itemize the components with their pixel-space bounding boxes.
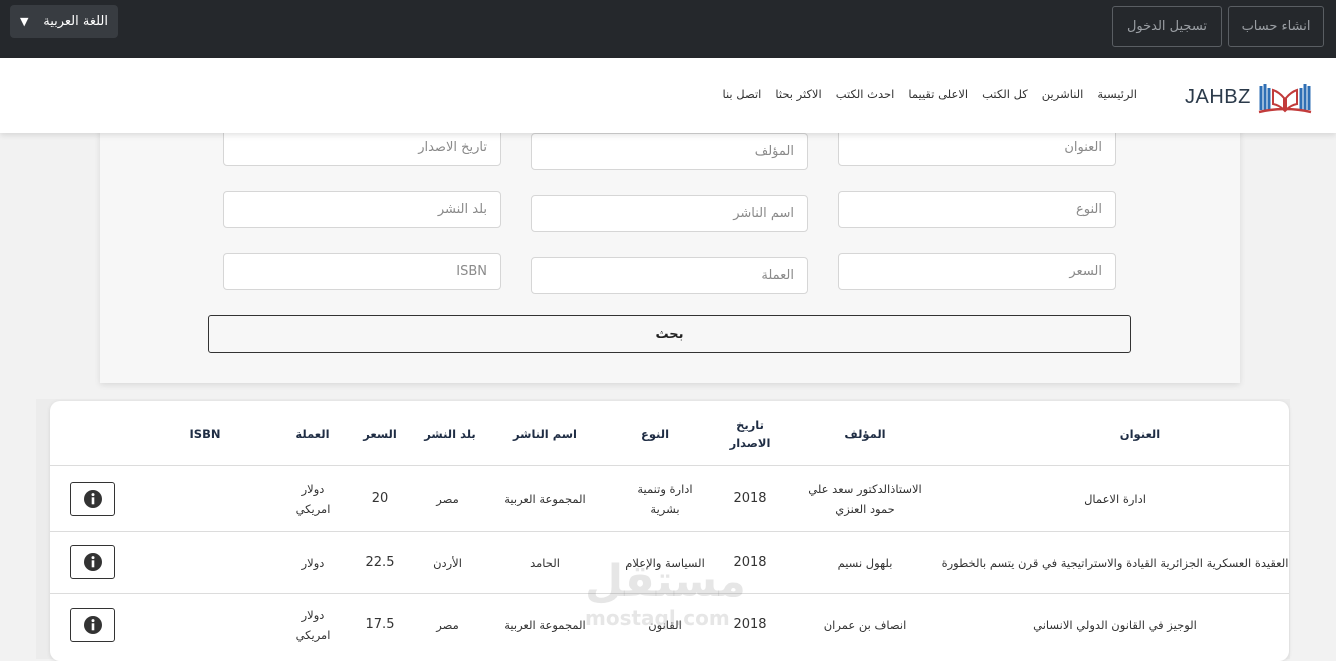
- row-title: ادارة الاعمال: [1084, 491, 1146, 506]
- row-publisher: المجموعة العربية: [504, 618, 586, 632]
- nav-item-latest-books[interactable]: احدث الكتب: [836, 87, 895, 101]
- nav-item-top-rated[interactable]: الاعلى تقييما: [908, 87, 968, 101]
- header-type: النوع: [640, 426, 670, 441]
- row-country: مصر: [436, 491, 459, 506]
- row-release-date: 2018: [733, 554, 767, 570]
- nav-item-most-searched[interactable]: الاكثر بحثا: [775, 87, 821, 101]
- header-author: المؤلف: [844, 426, 886, 441]
- title-field[interactable]: العنوان: [838, 129, 1116, 166]
- top-bar: ▼ اللغة العربية تسجيل الدخول انشاء حساب: [0, 0, 1336, 58]
- row-currency: دولار امريكي: [288, 466, 338, 531]
- info-circle-icon: [83, 553, 102, 571]
- nav-item-all-books[interactable]: كل الكتب: [982, 87, 1028, 101]
- login-button[interactable]: تسجيل الدخول: [1112, 6, 1222, 47]
- row-publisher: الحامد: [530, 555, 560, 570]
- info-circle-icon: [83, 616, 102, 634]
- country-field[interactable]: بلد النشر: [223, 191, 501, 228]
- row-currency-line2: امريكي: [295, 628, 331, 642]
- header-title: العنوان: [1119, 426, 1161, 441]
- nav-item-home[interactable]: الرئيسية: [1097, 87, 1137, 101]
- language-select[interactable]: ▼ اللغة العربية: [10, 5, 118, 38]
- info-button[interactable]: [70, 482, 115, 516]
- row-author-line1: الاستاذالدكتور سعد علي: [808, 481, 922, 496]
- info-button[interactable]: [70, 608, 115, 642]
- row-country: الأردن: [433, 555, 462, 570]
- publisher-field[interactable]: اسم الناشر: [531, 195, 808, 232]
- row-type: القانون: [648, 618, 682, 632]
- brand[interactable]: JAHBZ: [1185, 80, 1313, 114]
- row-release-date: 2018: [733, 490, 767, 506]
- header-release-date-line2: الاصدار: [729, 435, 771, 450]
- author-field[interactable]: المؤلف: [531, 133, 808, 170]
- isbn-field[interactable]: ISBN: [223, 253, 501, 290]
- row-country: مصر: [436, 618, 459, 632]
- nav-menu: الرئيسية الناشرين كل الكتب الاعلى تقييما…: [722, 87, 1137, 101]
- row-currency-line1: دولار: [301, 608, 325, 622]
- price-field[interactable]: السعر: [838, 253, 1116, 290]
- header-publisher: اسم الناشر: [512, 426, 577, 441]
- row-title: العقيدة العسكرية الجزائرية القيادة والاس…: [941, 555, 1289, 570]
- header-release-date: تاريخ الاصدار: [710, 401, 790, 466]
- row-release-date: 2018: [733, 617, 767, 632]
- row-publisher: المجموعة العربية: [504, 491, 586, 506]
- row-price: 22.5: [365, 554, 395, 570]
- navbar: الرئيسية الناشرين كل الكتب الاعلى تقييما…: [0, 58, 1336, 133]
- row-type: السياسة والإعلام: [625, 555, 705, 570]
- register-button[interactable]: انشاء حساب: [1228, 6, 1324, 47]
- row-author: بلهول نسيم: [837, 555, 893, 570]
- row-isbn: [170, 532, 240, 593]
- row-isbn: [170, 466, 240, 531]
- type-field[interactable]: النوع: [838, 191, 1116, 228]
- row-title: الوجيز في القانون الدولي الانساني: [1033, 618, 1197, 632]
- header-price: السعر: [363, 426, 397, 441]
- info-circle-icon: [83, 490, 102, 508]
- row-isbn: [170, 594, 240, 656]
- row-price: 17.5: [365, 617, 395, 632]
- row-author: انصاف بن عمران: [823, 618, 907, 632]
- info-button[interactable]: [70, 545, 115, 579]
- search-button[interactable]: بحث: [208, 315, 1131, 353]
- row-author-line2: حمود العنزي: [835, 501, 895, 516]
- nav-item-contact[interactable]: اتصل بنا: [722, 87, 761, 101]
- nav-item-publishers[interactable]: الناشرين: [1042, 87, 1084, 101]
- chevron-down-icon: ▼: [20, 15, 29, 28]
- header-currency: العملة: [295, 426, 330, 441]
- row-price: 20: [371, 490, 389, 506]
- release-date-field[interactable]: تاريخ الاصدار: [223, 129, 501, 166]
- row-type: ادارة وتنمية بشرية: [615, 466, 715, 531]
- results-table: العنوان المؤلف تاريخ الاصدار النوع اسم ا…: [50, 401, 1289, 661]
- header-country: بلد النشر: [424, 426, 476, 441]
- language-label: اللغة العربية: [43, 14, 108, 29]
- row-currency: دولار: [301, 555, 325, 570]
- currency-field[interactable]: العملة: [531, 257, 808, 294]
- header-release-date-line1: تاريخ: [736, 417, 764, 432]
- book-logo-icon: [1258, 84, 1312, 114]
- row-currency-line1: دولار: [301, 481, 325, 496]
- row-currency-line2: امريكي: [295, 501, 331, 516]
- row-author: الاستاذالدكتور سعد علي حمود العنزي: [795, 466, 935, 531]
- row-type-line2: بشرية: [650, 501, 680, 516]
- header-isbn: ISBN: [189, 426, 221, 441]
- row-currency: دولار امريكي: [288, 594, 338, 656]
- row-type-line1: ادارة وتنمية: [637, 481, 693, 496]
- brand-name: JAHBZ: [1185, 85, 1251, 108]
